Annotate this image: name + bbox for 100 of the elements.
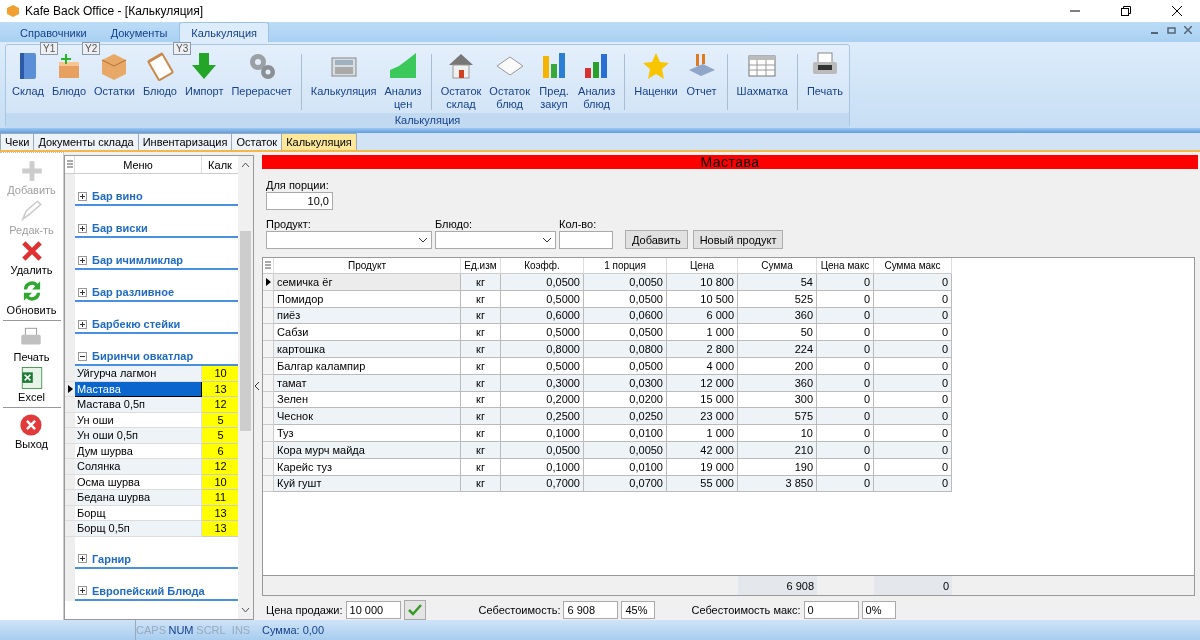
document-tab[interactable]: Чеки (0, 133, 35, 150)
restore-icon[interactable] (1121, 6, 1131, 16)
status-indicator: NUM (167, 624, 195, 636)
expand-icon[interactable] (78, 287, 87, 297)
document-tab[interactable]: Остаток (231, 133, 283, 150)
toolbar-button[interactable]: Удалить (10, 237, 53, 277)
ribbon-button[interactable]: Шахматка (732, 48, 792, 100)
table-cell: 2 800 (667, 341, 738, 358)
form-button[interactable]: Добавить (625, 230, 688, 249)
ribbon-button[interactable]: Калькуляция (306, 48, 381, 100)
ribbon-button[interactable]: Печать (802, 48, 847, 100)
ribbon-button[interactable]: Наценки (630, 48, 682, 100)
table-cell: кг (461, 425, 501, 442)
form-button[interactable]: Новый продукт (692, 230, 784, 249)
table-cell: 0,0250 (584, 408, 667, 426)
dish-dropdown[interactable] (435, 231, 556, 249)
ribbon-button[interactable]: Пред. закуп (534, 48, 575, 113)
table-cell: кг (461, 408, 501, 426)
scrollbar[interactable] (238, 156, 253, 619)
table-cell: 0,8000 (501, 341, 584, 358)
table-cell: 11 (202, 490, 239, 506)
menu-item[interactable]: Солянка (75, 459, 202, 475)
table-cell: 0,0100 (584, 425, 667, 442)
table-cell: 50 (738, 324, 817, 342)
cost-field[interactable]: 6 908 (563, 601, 619, 619)
ribbon-tab[interactable]: Документы (98, 22, 180, 42)
table-cell: 1 000 (667, 324, 738, 342)
ribbon-button[interactable]: Отчет (681, 48, 722, 100)
current-row-icon (265, 277, 271, 286)
cost-max-percent-field[interactable]: 0% (861, 601, 896, 619)
table-cell: 10 (738, 425, 817, 442)
field-label: Для порции: (266, 179, 330, 191)
scroll-up-icon[interactable] (241, 162, 250, 168)
table-cell: 0 (817, 274, 874, 291)
quantity-field[interactable] (559, 231, 613, 249)
toolbar-button[interactable]: Печать (13, 324, 50, 364)
expand-icon[interactable] (78, 223, 87, 233)
chevron-down-icon (418, 237, 428, 243)
expand-icon[interactable] (78, 191, 87, 201)
table-cell: 5 (202, 428, 239, 444)
table-cell: 0,5000 (501, 324, 584, 342)
table-cell: 12 (202, 459, 239, 475)
field-label: Цена продажи: (266, 604, 343, 616)
ribbon-button[interactable]: Остаток склад (436, 48, 486, 113)
document-tab[interactable]: Калькуляция (281, 133, 357, 150)
confirm-button[interactable] (403, 600, 426, 620)
menu-item[interactable]: Бедана шурва (75, 490, 202, 506)
ribbon-button[interactable]: Анализ блюд (574, 48, 620, 113)
expand-icon[interactable] (78, 255, 87, 265)
document-tab[interactable]: Документы склада (33, 133, 139, 150)
document-tab[interactable]: Инвентаризация (137, 133, 233, 150)
field-label: Кол-во: (559, 218, 598, 230)
ribbon-button[interactable]: Остаток блюд (485, 48, 535, 113)
ribbon-button[interactable]: Анализ цен (380, 48, 426, 113)
table-cell: 0,2500 (501, 408, 584, 426)
ribbon-button[interactable]: Перерасчет (227, 48, 296, 100)
splitter-handle-icon[interactable] (255, 382, 260, 390)
ribbon-tab[interactable]: Справочники (8, 22, 99, 42)
table-cell: 10 (202, 366, 239, 382)
table-cell: Сабзи (274, 324, 461, 342)
close-icon[interactable] (1172, 6, 1182, 16)
table-cell: 0 (874, 408, 952, 426)
current-row-icon (67, 384, 73, 393)
check-icon (407, 604, 422, 616)
total-cell: 0 (874, 576, 952, 595)
menu-item[interactable]: Ун оши 0,5п (75, 428, 202, 444)
menu-item[interactable]: Борщ 0,5п (75, 521, 202, 537)
row-header[interactable] (263, 274, 274, 291)
table-cell: 0 (874, 324, 952, 342)
expand-icon[interactable] (78, 554, 87, 563)
expand-icon[interactable] (78, 319, 87, 329)
table-cell: 23 000 (667, 408, 738, 426)
collapse-icon[interactable] (78, 351, 87, 361)
cost-max-field[interactable]: 0 (803, 601, 859, 619)
expand-icon[interactable] (78, 586, 87, 595)
column-chooser-icon[interactable] (265, 261, 271, 270)
table-cell: кг (461, 341, 501, 358)
table-cell: 0 (817, 425, 874, 442)
total-cell: 6 908 (738, 576, 817, 595)
table-cell: 0,0500 (584, 324, 667, 342)
table-cell: 0 (874, 341, 952, 358)
app-logo-icon (6, 4, 20, 18)
table-cell: 0 (874, 425, 952, 442)
status-indicator: SCRL (196, 624, 226, 636)
toolbar-button[interactable]: Excel (18, 364, 45, 404)
sale-price-field[interactable]: 10 000 (345, 601, 401, 619)
product-dropdown[interactable] (266, 231, 432, 249)
toolbar-button[interactable]: Выход (15, 411, 48, 451)
cost-percent-field[interactable]: 45% (621, 601, 656, 619)
table-cell: картошка (274, 341, 461, 358)
menu-item[interactable]: Мастава 0,5п (75, 397, 202, 413)
column-chooser-icon[interactable] (66, 160, 73, 169)
menu-item[interactable]: Уйгурча лагмон (75, 366, 202, 382)
table-cell: 575 (738, 408, 817, 426)
toolbar-button[interactable]: Обновить (6, 277, 57, 317)
portion-field[interactable]: 10,0 (266, 192, 333, 210)
column-header[interactable]: Меню (75, 156, 202, 173)
field-label: Блюдо: (435, 218, 474, 230)
scroll-down-icon[interactable] (241, 607, 250, 613)
ribbon-tab[interactable]: Калькуляция (179, 22, 269, 42)
